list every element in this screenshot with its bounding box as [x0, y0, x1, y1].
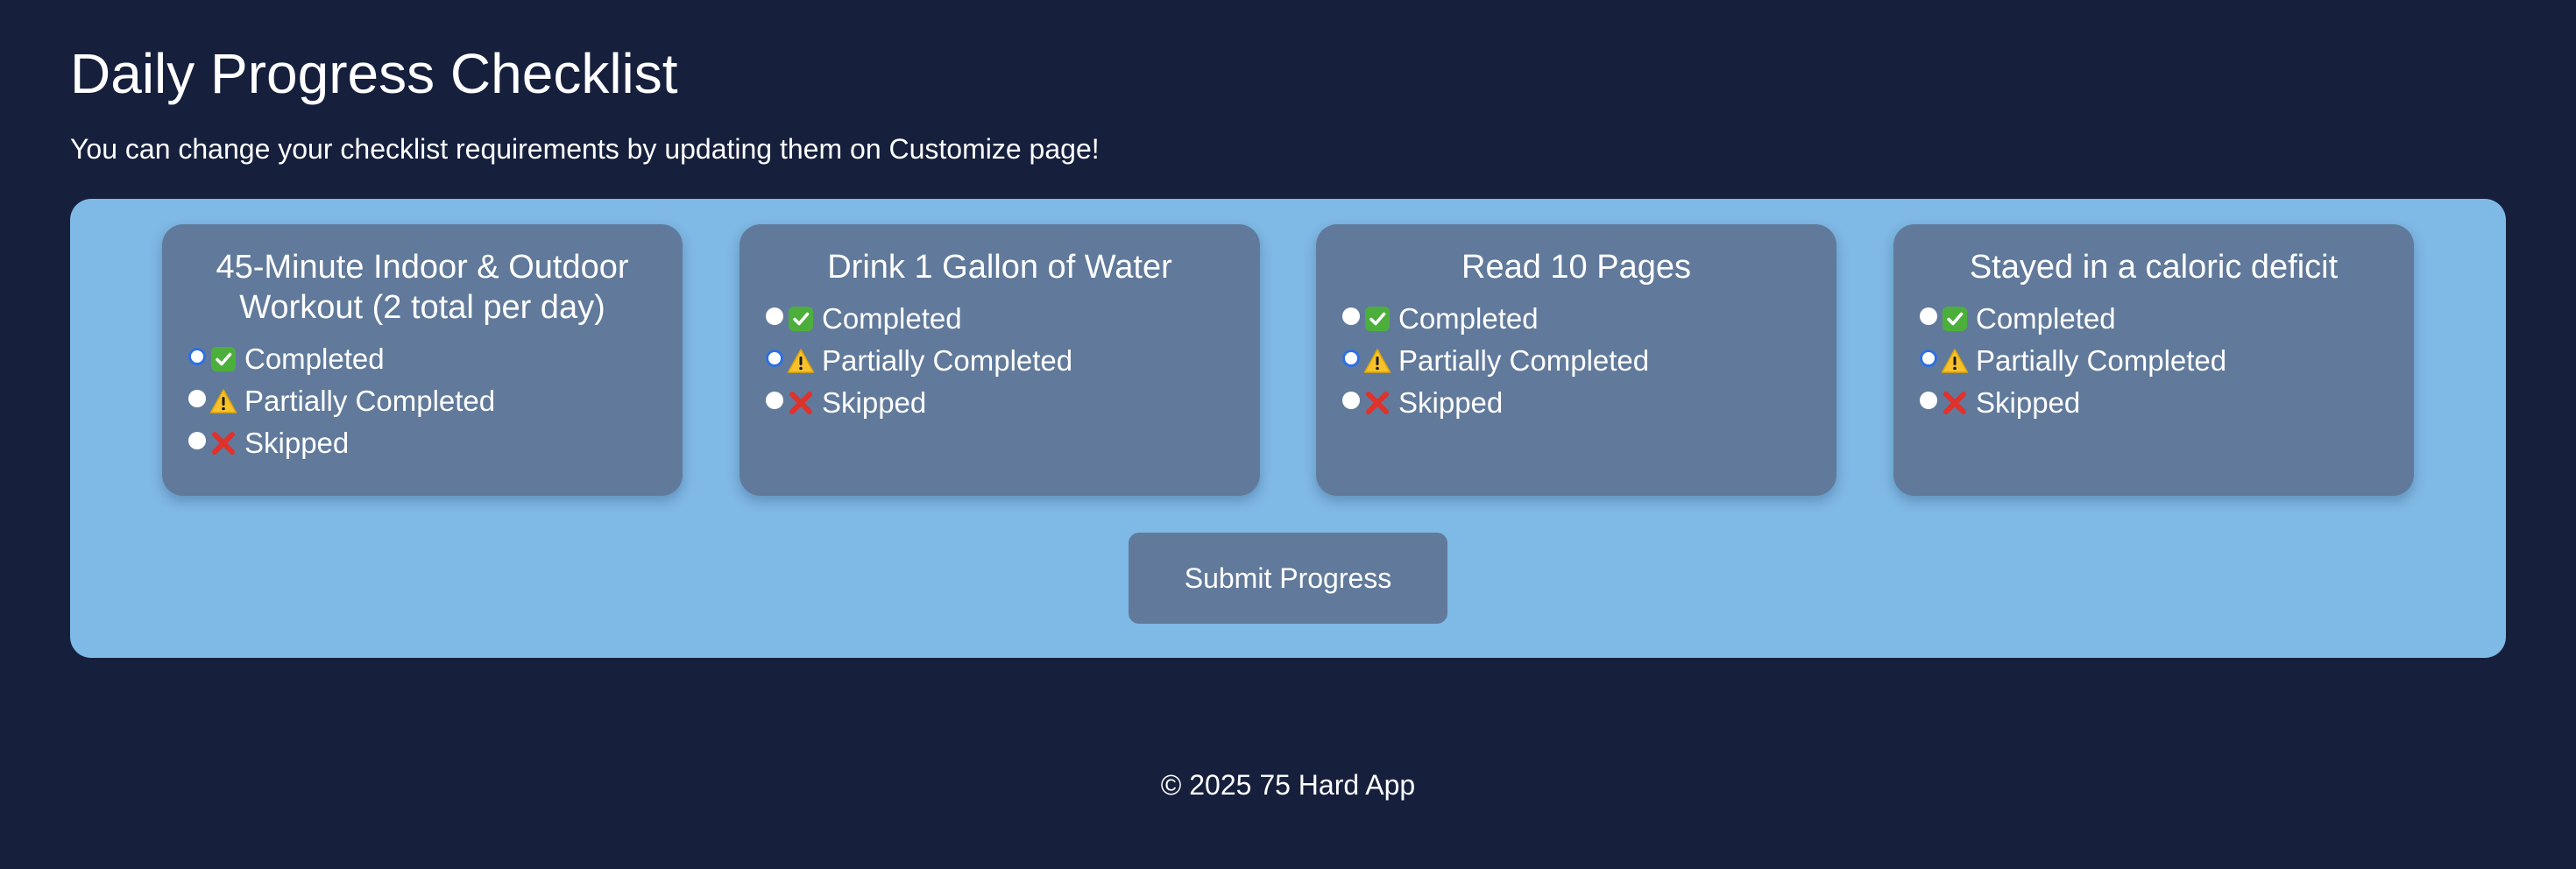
task-card-water: Drink 1 Gallon of Water Completed Partia…: [740, 224, 1260, 496]
radio-partially-completed[interactable]: [188, 390, 206, 407]
task-options: Completed Partially Completed Skipped: [766, 298, 1234, 424]
option-completed[interactable]: Completed: [188, 338, 656, 380]
option-label: Completed: [1398, 302, 1539, 335]
option-skipped[interactable]: Skipped: [766, 382, 1234, 424]
task-title: 45-Minute Indoor & Outdoor Workout (2 to…: [216, 249, 629, 326]
option-label: Skipped: [1976, 386, 2081, 419]
task-card-workout: 45-Minute Indoor & Outdoor Workout (2 to…: [162, 224, 683, 496]
option-label: Skipped: [822, 386, 927, 419]
option-completed[interactable]: Completed: [766, 298, 1234, 340]
option-skipped[interactable]: Skipped: [1920, 382, 2388, 424]
cross-mark-icon: [787, 389, 815, 417]
radio-completed[interactable]: [188, 348, 206, 365]
option-label: Completed: [244, 343, 385, 375]
option-label: Skipped: [1398, 386, 1504, 419]
option-label: Partially Completed: [1976, 344, 2227, 377]
warning-icon: [1941, 347, 1969, 375]
submit-progress-button[interactable]: Submit Progress: [1129, 533, 1447, 624]
option-skipped[interactable]: Skipped: [188, 422, 656, 464]
option-label: Completed: [822, 302, 962, 335]
footer-copyright: © 2025 75 Hard App: [1160, 769, 1416, 801]
page-title: Daily Progress Checklist: [70, 42, 678, 105]
checklist-panel: 45-Minute Indoor & Outdoor Workout (2 to…: [70, 199, 2506, 658]
option-label: Skipped: [244, 427, 350, 459]
option-label: Partially Completed: [1398, 344, 1650, 377]
task-options: Completed Partially Completed Skipped: [1920, 298, 2388, 424]
cross-mark-icon: [209, 429, 237, 457]
warning-icon: [787, 347, 815, 375]
cross-mark-icon: [1941, 389, 1969, 417]
check-mark-icon: [787, 305, 815, 333]
task-card-reading: Read 10 Pages Completed Partially Comple…: [1316, 224, 1836, 496]
warning-icon: [1363, 347, 1391, 375]
option-completed[interactable]: Completed: [1920, 298, 2388, 340]
option-label: Completed: [1976, 302, 2116, 335]
option-partially-completed[interactable]: Partially Completed: [1342, 340, 1810, 382]
check-mark-icon: [1941, 305, 1969, 333]
radio-skipped[interactable]: [766, 392, 783, 409]
warning-icon: [209, 387, 237, 415]
radio-skipped[interactable]: [1920, 392, 1937, 409]
task-options: Completed Partially Completed Skipped: [1342, 298, 1810, 424]
radio-skipped[interactable]: [188, 432, 206, 449]
radio-skipped[interactable]: [1342, 392, 1360, 409]
radio-partially-completed[interactable]: [1920, 350, 1937, 367]
option-label: Partially Completed: [822, 344, 1073, 377]
task-title: Drink 1 Gallon of Water: [827, 249, 1172, 286]
radio-completed[interactable]: [1920, 307, 1937, 325]
task-options: Completed Partially Completed Skipped: [188, 338, 656, 464]
option-partially-completed[interactable]: Partially Completed: [188, 380, 656, 422]
radio-completed[interactable]: [766, 307, 783, 325]
task-title: Stayed in a caloric deficit: [1969, 249, 2339, 286]
check-mark-icon: [209, 345, 237, 373]
option-skipped[interactable]: Skipped: [1342, 382, 1810, 424]
task-card-diet: Stayed in a caloric deficit Completed Pa…: [1893, 224, 2414, 496]
radio-completed[interactable]: [1342, 307, 1360, 325]
page-subtitle: You can change your checklist requiremen…: [70, 133, 1100, 165]
option-completed[interactable]: Completed: [1342, 298, 1810, 340]
radio-partially-completed[interactable]: [1342, 350, 1360, 367]
task-title: Read 10 Pages: [1461, 249, 1691, 286]
check-mark-icon: [1363, 305, 1391, 333]
option-partially-completed[interactable]: Partially Completed: [1920, 340, 2388, 382]
option-label: Partially Completed: [244, 385, 496, 417]
radio-partially-completed[interactable]: [766, 350, 783, 367]
option-partially-completed[interactable]: Partially Completed: [766, 340, 1234, 382]
cross-mark-icon: [1363, 389, 1391, 417]
